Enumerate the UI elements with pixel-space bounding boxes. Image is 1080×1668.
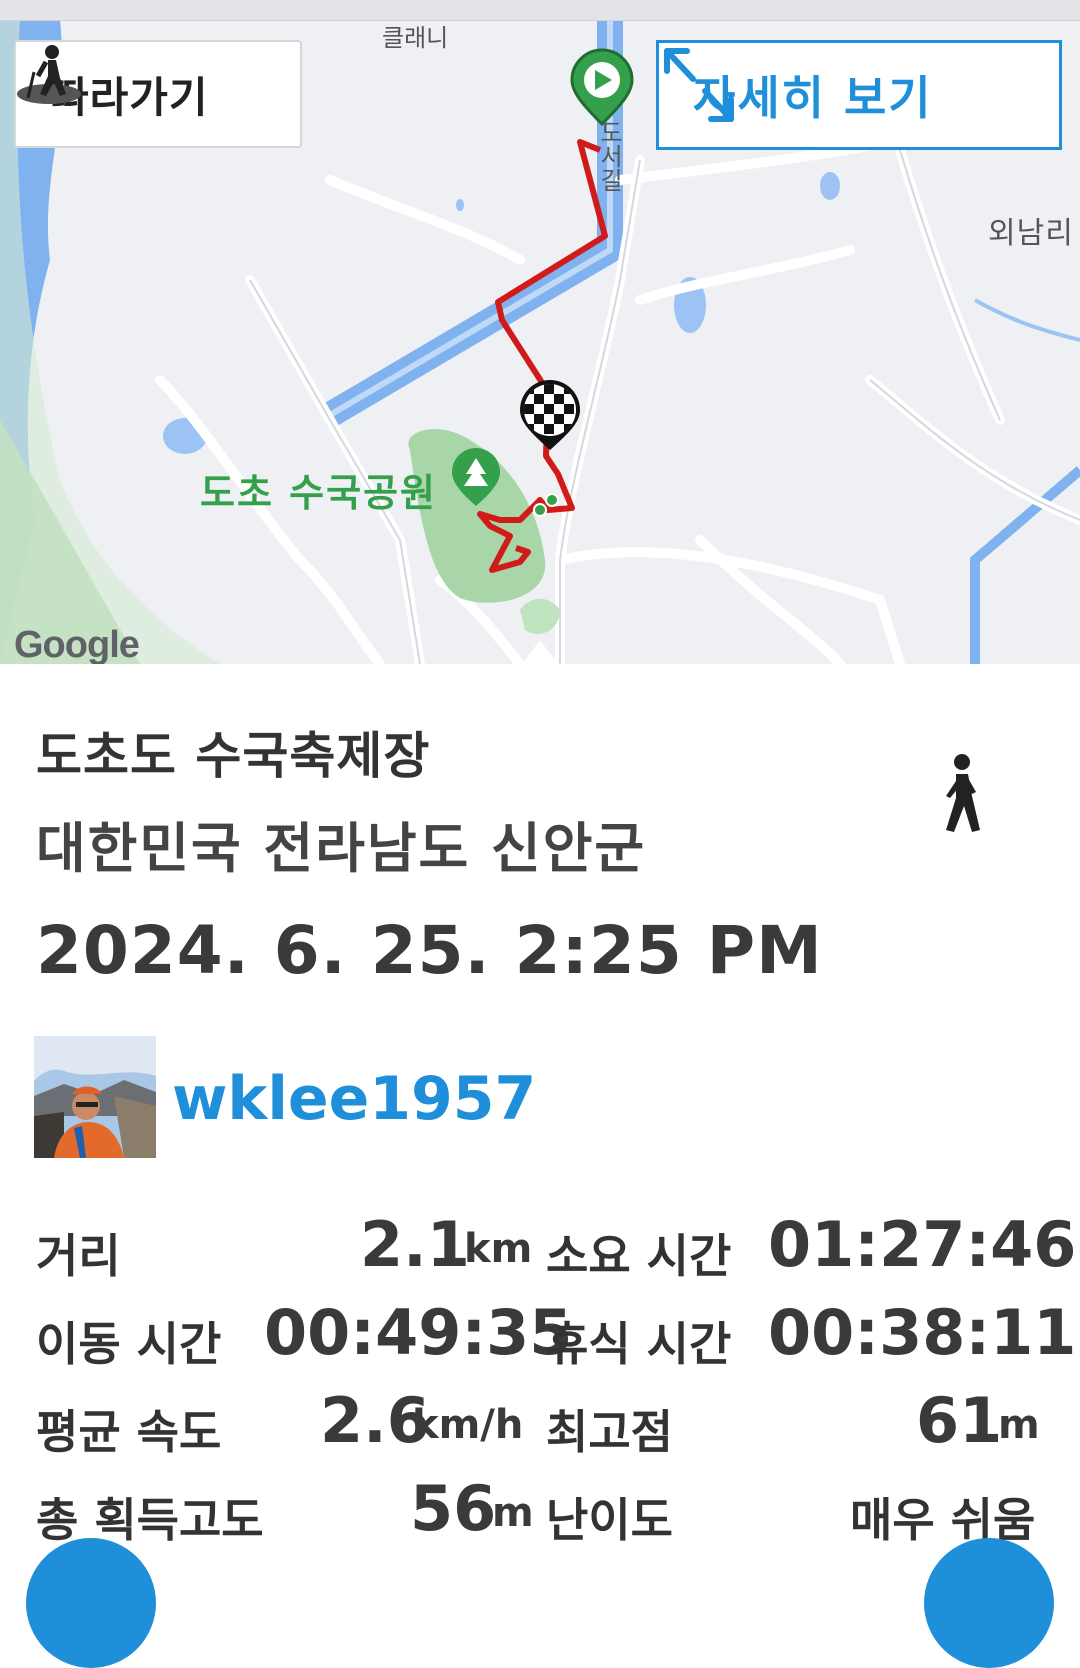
detail-view-button[interactable]: 자세히 보기 (656, 40, 1062, 150)
total-time-label: 소요 시간 (546, 1229, 732, 1283)
google-attribution: Google (14, 624, 140, 664)
total-time-value: 01:27:46 (768, 1208, 1077, 1281)
rest-time-label: 휴식 시간 (546, 1317, 732, 1371)
route-map[interactable]: 클래니 도서길 도초 수국공원 외남리 따라가기 자세히 보기 Google (0, 0, 1080, 664)
map-road-label-vertical: 도서길 (595, 120, 623, 192)
avatar[interactable] (34, 1036, 156, 1158)
map-park-label: 도초 수국공원 (200, 471, 437, 515)
stats-row-3: 평균 속도 2.6 km/h 최고점 61 m (36, 1384, 1046, 1464)
stats-row-2: 이동 시간 00:49:35 휴식 시간 00:38:11 (36, 1296, 1076, 1376)
track-datetime: 2024. 6. 25. 2:25 PM (36, 912, 823, 989)
distance-unit: km (464, 1226, 533, 1272)
username-link[interactable]: wklee1957 (172, 1064, 536, 1134)
total-gain-unit: m (492, 1490, 534, 1536)
max-elev-value: 61 (916, 1384, 1003, 1457)
difficulty-label: 난이도 (546, 1493, 673, 1547)
moving-time-value: 00:49:35 (264, 1296, 573, 1369)
max-elev-label: 최고점 (546, 1405, 673, 1459)
moving-time-label: 이동 시간 (36, 1317, 222, 1371)
next-button[interactable] (924, 1538, 1054, 1668)
map-pointer (522, 640, 558, 664)
prev-button[interactable] (26, 1538, 156, 1668)
max-elev-unit: m (998, 1402, 1040, 1448)
distance-label: 거리 (36, 1229, 121, 1283)
walking-person-icon (930, 752, 990, 842)
map-town-label: 외남리 (988, 216, 1074, 251)
region-name: 대한민국 전라남도 신안군 (36, 817, 647, 880)
stats-row-1: 거리 2.1 km 소요 시간 01:27:46 (36, 1208, 1076, 1288)
map-top-strip (0, 0, 1080, 21)
avg-speed-label: 평균 속도 (36, 1405, 222, 1459)
total-gain-label: 총 획득고도 (36, 1493, 264, 1547)
avg-speed-unit: km/h (412, 1402, 524, 1448)
map-road-label: 클래니 (382, 24, 449, 52)
total-gain-value: 56 (410, 1472, 497, 1545)
follow-button[interactable]: 따라가기 (14, 40, 302, 148)
stats-row-4: 총 획득고도 56 m 난이도 매우 쉬움 (36, 1472, 1046, 1552)
distance-value: 2.1 (360, 1208, 470, 1281)
rest-time-value: 00:38:11 (768, 1296, 1077, 1369)
place-name: 도초도 수국축제장 (36, 727, 431, 785)
finish-checkered-icon (520, 380, 580, 450)
